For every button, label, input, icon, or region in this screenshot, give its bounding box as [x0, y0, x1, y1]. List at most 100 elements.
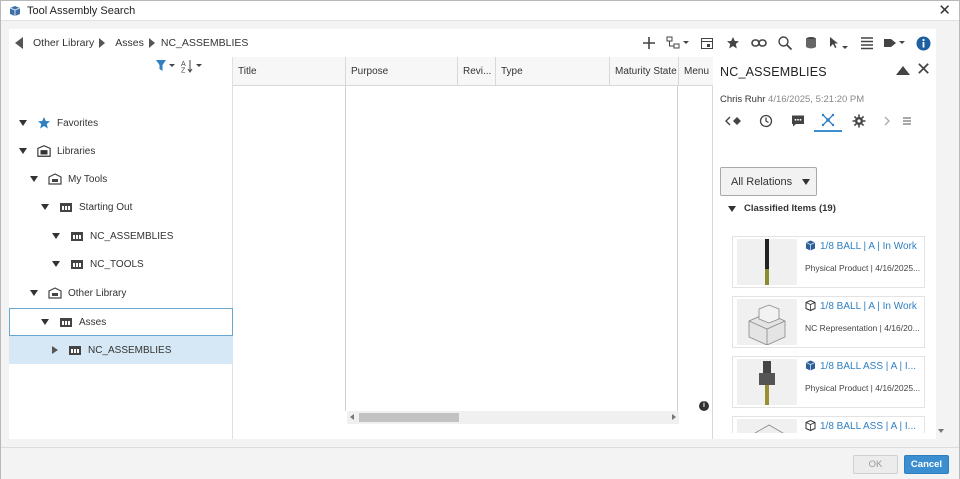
tree-item-favorites[interactable]: Favorites — [9, 109, 233, 137]
close-panel-icon[interactable]: ✕ — [916, 59, 931, 79]
ok-button[interactable]: OK — [853, 455, 898, 474]
horizontal-scrollbar[interactable] — [347, 411, 679, 424]
libraries-icon — [37, 144, 51, 158]
favorite-star-icon[interactable] — [722, 32, 744, 54]
item-name[interactable]: 1/8 BALL | A | In Work — [820, 241, 917, 252]
list-view-icon[interactable] — [856, 32, 878, 54]
breadcrumb-separator-icon — [99, 38, 106, 48]
tree-item-starting-out[interactable]: Starting Out — [9, 193, 233, 221]
link-icon[interactable] — [748, 32, 770, 54]
expand-toggle-icon[interactable] — [52, 346, 58, 354]
expand-toggle-icon[interactable] — [52, 261, 60, 267]
item-thumbnail — [737, 239, 797, 285]
tree-item-libraries[interactable]: Libraries — [9, 137, 233, 165]
list-item[interactable]: 1/8 BALL ASS | A | I... — [732, 416, 925, 433]
star-icon — [37, 116, 51, 130]
expand-toggle-icon[interactable] — [52, 233, 60, 239]
collapse-up-icon[interactable] — [896, 66, 910, 75]
expand-toggle-icon[interactable] — [41, 204, 49, 210]
list-item[interactable]: 1/8 BALL | A | In Work NC Representation… — [732, 296, 925, 348]
column-header-revision[interactable]: Revi... — [458, 57, 496, 86]
collapse-toggle-icon[interactable] — [728, 205, 736, 212]
results-table: Title Purpose Revi... Type Maturity Stat… — [233, 57, 713, 439]
item-name[interactable]: 1/8 BALL | A | In Work — [820, 301, 917, 312]
breadcrumb-item-other-library[interactable]: Other Library — [33, 37, 94, 49]
tab-settings-gear-icon[interactable] — [842, 110, 876, 132]
database-icon[interactable] — [800, 32, 822, 54]
column-header-maturity-state[interactable]: Maturity State — [610, 57, 679, 86]
search-icon[interactable] — [774, 32, 796, 54]
classified-items-label: Classified Items (19) — [744, 203, 836, 214]
column-divider — [677, 86, 678, 411]
tab-history-icon[interactable] — [750, 110, 782, 132]
tab-next-arrow-icon[interactable] — [876, 110, 898, 132]
cancel-button[interactable]: Cancel — [904, 455, 949, 474]
column-header-type[interactable]: Type — [496, 57, 610, 86]
info-icon[interactable] — [912, 32, 934, 54]
library-icon — [48, 172, 62, 186]
structure-icon[interactable] — [664, 32, 692, 54]
filter-icon[interactable] — [155, 59, 177, 73]
expand-toggle-icon[interactable] — [41, 319, 49, 325]
modified-date: 4/16/2025, 5:21:20 PM — [768, 94, 865, 105]
all-relations-label: All Relations — [731, 175, 793, 188]
tree-item-nc-tools[interactable]: NC_TOOLS — [9, 250, 233, 278]
classified-items-list: 1/8 BALL | A | In Work Physical Product … — [732, 233, 932, 433]
tree-item-my-tools[interactable]: My Tools — [9, 165, 233, 193]
sort-icon[interactable]: AZ — [181, 59, 205, 73]
all-relations-dropdown[interactable]: All Relations — [720, 167, 817, 196]
tab-navigate-icon[interactable] — [720, 110, 750, 132]
classified-items-header[interactable]: Classified Items (19) — [728, 203, 836, 214]
close-icon[interactable]: ✕ — [938, 2, 951, 20]
details-tabs — [720, 110, 928, 132]
folder-icon — [59, 315, 73, 329]
table-info-icon[interactable]: i — [699, 401, 709, 411]
content-area: Other Library Asses NC_ASSEMBLIES A Z Fa… — [9, 29, 936, 439]
dialog-footer: OK Cancel — [1, 447, 959, 479]
expand-toggle-icon[interactable] — [19, 120, 27, 126]
tag-filter-icon[interactable] — [882, 32, 908, 54]
tree-item-nc-assemblies[interactable]: NC_ASSEMBLIES — [9, 222, 233, 250]
expand-toggle-icon[interactable] — [30, 176, 38, 182]
tree-item-label: NC_ASSEMBLIES — [88, 344, 172, 356]
item-subtitle: Physical Product | 4/16/2025... — [805, 383, 921, 393]
list-item[interactable]: 1/8 BALL | A | In Work Physical Product … — [732, 236, 925, 288]
details-panel: NC_ASSEMBLIES ✕ Chris Ruhr 4/16/2025, 5:… — [713, 57, 936, 439]
expand-toggle-icon[interactable] — [30, 290, 38, 296]
tree-item-label: Other Library — [68, 287, 127, 299]
window-title: Tool Assembly Search — [27, 4, 136, 17]
select-mode-icon[interactable] — [826, 32, 852, 54]
details-title: NC_ASSEMBLIES — [720, 65, 827, 79]
folder-icon — [59, 200, 73, 214]
title-bar: Tool Assembly Search ✕ — [1, 1, 959, 21]
column-header-menu[interactable]: Menu — [679, 57, 713, 86]
tree-item-label: Starting Out — [79, 201, 133, 213]
tree-item-nc-assemblies-selected[interactable]: NC_ASSEMBLIES — [9, 336, 233, 364]
app-icon — [9, 5, 21, 16]
column-header-purpose[interactable]: Purpose — [346, 57, 458, 86]
folder-icon — [70, 229, 84, 243]
svg-text:Z: Z — [181, 68, 186, 74]
expand-toggle-icon[interactable] — [19, 148, 27, 154]
folder-icon — [70, 257, 84, 271]
tab-relations-icon[interactable] — [814, 110, 842, 132]
tab-comments-icon[interactable] — [782, 110, 814, 132]
scroll-right-arrow-icon[interactable] — [672, 414, 676, 420]
add-icon[interactable] — [638, 32, 660, 54]
breadcrumb-item-nc-assemblies[interactable]: NC_ASSEMBLIES — [161, 37, 249, 49]
tree-item-asses[interactable]: Asses — [9, 308, 233, 336]
tree-item-label: My Tools — [68, 173, 108, 185]
scrollbar-thumb[interactable] — [359, 413, 459, 422]
scroll-left-arrow-icon[interactable] — [350, 414, 354, 420]
item-name[interactable]: 1/8 BALL ASS | A | I... — [820, 421, 916, 432]
tree-item-other-library[interactable]: Other Library — [9, 279, 233, 307]
list-item[interactable]: 1/8 BALL ASS | A | I... Physical Product… — [732, 356, 925, 408]
back-arrow-icon[interactable] — [15, 37, 23, 49]
calendar-icon[interactable] — [696, 32, 718, 54]
tab-more-menu-icon[interactable] — [898, 110, 916, 132]
item-name[interactable]: 1/8 BALL ASS | A | I... — [820, 361, 916, 372]
scroll-down-arrow-icon[interactable] — [938, 429, 944, 433]
breadcrumb-item-asses[interactable]: Asses — [115, 37, 144, 49]
column-header-title[interactable]: Title — [233, 57, 346, 86]
representation-icon — [805, 300, 816, 311]
